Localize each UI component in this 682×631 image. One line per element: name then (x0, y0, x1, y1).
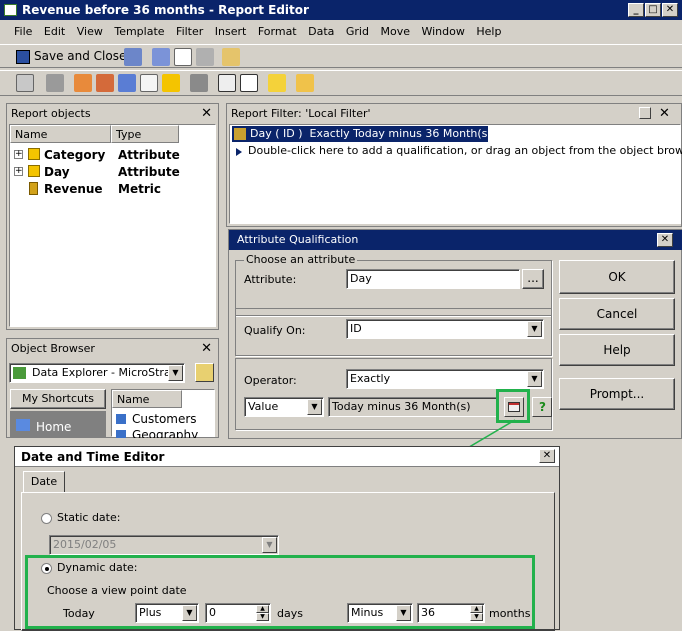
chevron-down-icon[interactable]: ▼ (182, 605, 197, 621)
months-label: months (489, 607, 531, 620)
spin-down-icon[interactable]: ▼ (256, 613, 269, 621)
dynamic-date-label: Dynamic date: (57, 561, 138, 574)
date-editor-close-button[interactable]: ✕ (539, 449, 555, 463)
spin-up-icon[interactable]: ▲ (470, 605, 483, 613)
op1-dropdown[interactable]: Plus ▼ (135, 603, 199, 623)
today-label: Today (63, 607, 95, 620)
months-spinner[interactable]: 36 ▲ ▼ (417, 603, 485, 623)
days-label: days (277, 607, 303, 620)
static-date-field: 2015/02/05 ▼ (49, 535, 279, 555)
months-value: 36 (421, 606, 435, 619)
static-date-value: 2015/02/05 (53, 538, 117, 551)
dynamic-date-radio[interactable] (41, 563, 52, 574)
op1-value: Plus (139, 606, 162, 619)
date-tab-label: Date (30, 475, 58, 488)
chevron-down-icon: ▼ (262, 537, 277, 553)
radio-dot (45, 567, 49, 571)
static-date-radio[interactable] (41, 513, 52, 524)
date-editor-title: Date and Time Editor (21, 450, 165, 464)
date-tab[interactable]: Date (23, 471, 65, 493)
days-spinner[interactable]: 0 ▲ ▼ (205, 603, 271, 623)
static-date-label: Static date: (57, 511, 121, 524)
chevron-down-icon[interactable]: ▼ (396, 605, 411, 621)
op2-value: Minus (351, 606, 384, 619)
date-editor-titlebar: Date and Time Editor ✕ (15, 447, 559, 467)
date-time-editor-dialog: Date and Time Editor ✕ Date Static date:… (14, 446, 560, 631)
op2-dropdown[interactable]: Minus ▼ (347, 603, 413, 623)
spin-down-icon[interactable]: ▼ (470, 613, 483, 621)
viewpoint-label: Choose a view point date (47, 584, 187, 597)
days-value: 0 (209, 606, 216, 619)
spin-up-icon[interactable]: ▲ (256, 605, 269, 613)
